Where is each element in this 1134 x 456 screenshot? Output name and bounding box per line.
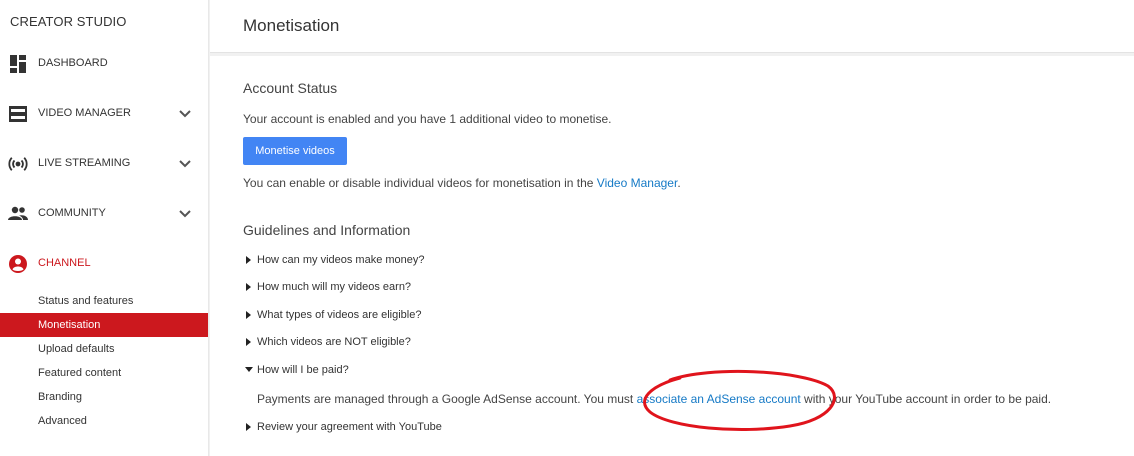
faq-question: Which videos are NOT eligible? xyxy=(257,336,411,348)
faq-item[interactable]: How can my videos make money? xyxy=(243,251,425,269)
faq-question: How will I be paid? xyxy=(257,364,349,376)
triangle-down-icon xyxy=(245,367,253,372)
nav-label: LIVE STREAMING xyxy=(38,157,131,169)
guidelines-heading: Guidelines and Information xyxy=(243,222,411,238)
nav-label: COMMUNITY xyxy=(38,207,106,219)
faq-item[interactable]: Review your agreement with YouTube xyxy=(243,418,442,436)
sidebar-item-branding[interactable]: Branding xyxy=(0,385,208,409)
answer-prefix: Payments are managed through a Google Ad… xyxy=(257,392,637,406)
page-title: Monetisation xyxy=(243,16,340,35)
triangle-right-icon xyxy=(246,311,251,319)
app-title: CREATOR STUDIO xyxy=(10,14,127,29)
faq-question: Review your agreement with YouTube xyxy=(257,421,442,433)
faq-item[interactable]: How much will my videos earn? xyxy=(243,278,411,296)
sidebar: CREATOR STUDIO DASHBOARD VIDEO MANAGER L… xyxy=(0,0,209,456)
dashboard-icon xyxy=(10,55,26,73)
sidebar-item-status-and-features[interactable]: Status and features xyxy=(0,289,208,313)
faq-item-expanded[interactable]: How will I be paid? xyxy=(243,361,349,379)
sidebar-item-featured-content[interactable]: Featured content xyxy=(0,361,208,385)
sidebar-item-label: Advanced xyxy=(38,415,87,427)
nav-video-manager[interactable]: VIDEO MANAGER xyxy=(0,100,208,128)
sidebar-item-label: Monetisation xyxy=(38,319,101,331)
nav-channel[interactable]: CHANNEL xyxy=(0,250,208,278)
nav-community[interactable]: COMMUNITY xyxy=(0,200,208,228)
live-streaming-icon xyxy=(8,157,28,171)
nav-label: CHANNEL xyxy=(38,257,91,269)
video-manager-link[interactable]: Video Manager xyxy=(597,176,678,190)
nav-dashboard[interactable]: DASHBOARD xyxy=(0,50,208,78)
sidebar-item-label: Status and features xyxy=(38,295,134,307)
faq-item[interactable]: What types of videos are eligible? xyxy=(243,306,421,324)
nav-label: DASHBOARD xyxy=(38,57,108,69)
chevron-down-icon[interactable] xyxy=(179,159,191,169)
page-header: Monetisation xyxy=(210,0,1134,53)
nav-label: VIDEO MANAGER xyxy=(38,107,131,119)
triangle-right-icon xyxy=(246,283,251,291)
sidebar-item-upload-defaults[interactable]: Upload defaults xyxy=(0,337,208,361)
triangle-right-icon xyxy=(246,423,251,431)
sidebar-item-label: Upload defaults xyxy=(38,343,115,355)
triangle-right-icon xyxy=(246,256,251,264)
video-manager-note: You can enable or disable individual vid… xyxy=(243,176,681,190)
account-status-text: Your account is enabled and you have 1 a… xyxy=(243,112,612,126)
triangle-right-icon xyxy=(246,338,251,346)
video-manager-icon xyxy=(9,106,27,122)
answer-suffix: with your YouTube account in order to be… xyxy=(800,392,1052,406)
account-status-heading: Account Status xyxy=(243,80,338,96)
faq-question: What types of videos are eligible? xyxy=(257,309,422,321)
note-suffix: . xyxy=(677,176,681,190)
channel-icon xyxy=(9,255,27,273)
associate-adsense-link[interactable]: associate an AdSense account xyxy=(637,392,801,406)
faq-question: How much will my videos earn? xyxy=(257,281,412,293)
monetise-videos-button[interactable]: Monetise videos xyxy=(243,137,347,165)
chevron-down-icon[interactable] xyxy=(179,109,191,119)
faq-item[interactable]: Which videos are NOT eligible? xyxy=(243,333,411,351)
note-prefix: You can enable or disable individual vid… xyxy=(243,176,597,190)
faq-question: How can my videos make money? xyxy=(257,254,425,266)
sidebar-item-label: Featured content xyxy=(38,367,122,379)
sidebar-item-advanced[interactable]: Advanced xyxy=(0,409,208,433)
community-icon xyxy=(8,206,28,220)
sidebar-item-label: Branding xyxy=(38,391,83,403)
faq-answer: Payments are managed through a Google Ad… xyxy=(257,392,1051,406)
monetisation-panel: Account Status Your account is enabled a… xyxy=(210,56,1134,456)
nav-live-streaming[interactable]: LIVE STREAMING xyxy=(0,150,208,178)
sidebar-item-monetisation[interactable]: Monetisation xyxy=(0,313,208,337)
chevron-down-icon[interactable] xyxy=(179,209,191,219)
